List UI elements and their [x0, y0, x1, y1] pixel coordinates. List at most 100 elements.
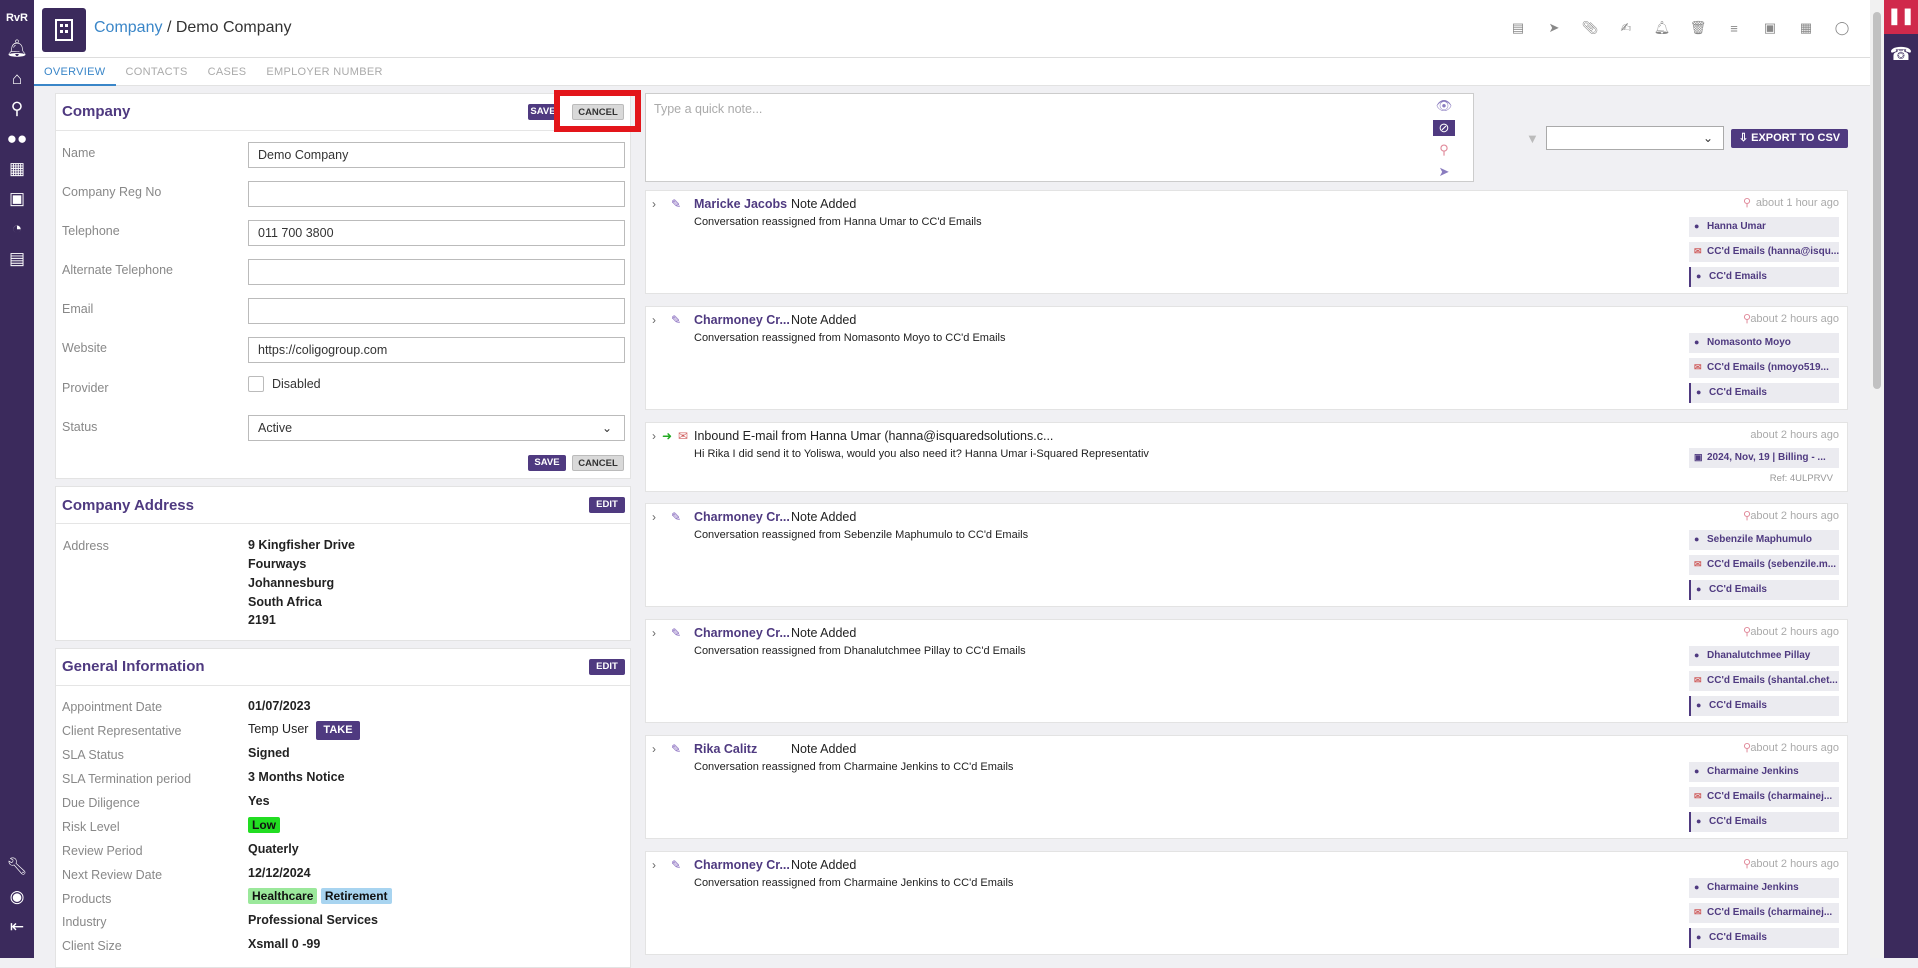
assignee-chip[interactable]: ● Charmaine Jenkins [1689, 762, 1839, 782]
expand-chevron-icon[interactable]: › [652, 429, 656, 443]
assignee-chip[interactable]: ● Sebenzile Maphumulo [1689, 530, 1839, 550]
assignee-chip[interactable]: ● CC'd Emails [1689, 580, 1839, 600]
expand-chevron-icon[interactable]: › [652, 313, 656, 327]
feed-item[interactable]: › ✎ Charmoney Cr... Note Added Conversat… [645, 306, 1848, 410]
send-icon[interactable]: ➤ [1542, 16, 1566, 40]
filter-select[interactable]: ⌄ [1546, 126, 1724, 150]
cancel-button-bottom[interactable]: CANCEL [572, 455, 624, 471]
assignee-chip[interactable]: ● CC'd Emails [1689, 383, 1839, 403]
export-csv-button[interactable]: ⇩ EXPORT TO CSV [1731, 129, 1848, 148]
chart-icon[interactable]: ◔ [0, 214, 34, 244]
tab-cases[interactable]: CASES [198, 58, 257, 86]
assignee-chip[interactable]: ● Hanna Umar [1689, 217, 1839, 237]
pin-icon[interactable]: ⚲ [1435, 142, 1453, 158]
company-icon [42, 8, 86, 52]
assignee-chip[interactable]: ● CC'd Emails [1689, 696, 1839, 716]
card-icon[interactable]: ▤ [0, 244, 34, 274]
breadcrumb-company-link[interactable]: Company [94, 19, 162, 36]
calculator-icon[interactable]: ▦ [1794, 16, 1818, 40]
provider-checkbox[interactable] [248, 376, 264, 392]
email-chip[interactable]: ✉ CC'd Emails (hanna@isqu... [1689, 242, 1839, 262]
website-field[interactable]: https://coligogroup.com [248, 337, 625, 363]
feed-item[interactable]: › ✎ Charmoney Cr... Note Added Conversat… [645, 619, 1848, 723]
feed-author[interactable]: Maricke Jacobs [694, 197, 787, 211]
chevron-down-icon: ⌄ [601, 421, 612, 435]
general-edit-button[interactable]: EDIT [589, 659, 625, 675]
lifebuoy-icon[interactable]: ◉ [0, 882, 34, 912]
info-label: Review Period [62, 844, 143, 858]
assignee-chip[interactable]: ● Dhanalutchmee Pillay [1689, 646, 1839, 666]
pause-icon[interactable]: ❚❚ [1884, 0, 1918, 34]
wrench-icon[interactable]: 🔧︎ [0, 852, 34, 882]
bell-icon[interactable]: 🔔︎ [0, 34, 34, 64]
alt-telephone-field[interactable] [248, 259, 625, 285]
building-icon[interactable]: ▦ [0, 154, 34, 184]
eye-slash-icon[interactable]: ⊘ [1433, 120, 1455, 136]
search-icon[interactable]: ⚲ [0, 94, 34, 124]
assignee-chip[interactable]: ● Nomasonto Moyo [1689, 333, 1839, 353]
assignee-chip[interactable]: ● CC'd Emails [1689, 812, 1839, 832]
sliders-icon[interactable]: ≡ [1722, 16, 1746, 40]
company-reg-field[interactable] [248, 181, 625, 207]
email-chip[interactable]: ✉ CC'd Emails (shantal.chet... [1689, 671, 1839, 691]
expand-chevron-icon[interactable]: › [652, 510, 656, 524]
user-icon[interactable]: ◯ [1830, 16, 1854, 40]
tab-contacts[interactable]: CONTACTS [116, 58, 198, 86]
expand-chevron-icon[interactable]: › [652, 858, 656, 872]
chip-label: CC'd Emails (shantal.chet... [1707, 675, 1838, 686]
trash-icon[interactable]: 🗑︎ [1686, 16, 1710, 40]
feed-author[interactable]: Rika Calitz [694, 742, 757, 756]
users-icon[interactable]: ●● [0, 124, 34, 154]
expand-chevron-icon[interactable]: › [652, 197, 656, 211]
feed-item[interactable]: › ✎ Charmoney Cr... Note Added Conversat… [645, 851, 1848, 955]
send-icon[interactable]: ➤ [1435, 164, 1453, 180]
email-subject[interactable]: Inbound E-mail from Hanna Umar (hanna@is… [694, 429, 1053, 443]
page-header: Company / Demo Company ▤ ➤ 📎︎ ✍︎ 🔔︎ 🗑︎ ≡… [34, 0, 1870, 58]
email-chip[interactable]: ✉ CC'd Emails (sebenzile.m... [1689, 555, 1839, 575]
email-chip[interactable]: ✉ CC'd Emails (charmainej... [1689, 903, 1839, 923]
tab-overview[interactable]: OVERVIEW [34, 58, 116, 86]
feed-item-email[interactable]: › ➜ ✉ Inbound E-mail from Hanna Umar (ha… [645, 422, 1848, 492]
case-chip[interactable]: ▣ 2024, Nov, 19 | Billing - ... [1689, 448, 1839, 468]
chip-label: CC'd Emails [1709, 387, 1767, 398]
email-field[interactable] [248, 298, 625, 324]
assignee-chip[interactable]: ● CC'd Emails [1689, 267, 1839, 287]
expand-chevron-icon[interactable]: › [652, 742, 656, 756]
home-icon[interactable]: ⌂ [0, 64, 34, 94]
telephone-label: Telephone [62, 224, 120, 238]
expand-chevron-icon[interactable]: › [652, 626, 656, 640]
assignee-chip[interactable]: ● Charmaine Jenkins [1689, 878, 1839, 898]
address-edit-button[interactable]: EDIT [589, 497, 625, 513]
save-button-bottom[interactable]: SAVE [528, 455, 566, 471]
feed-author[interactable]: Charmoney Cr... [694, 510, 790, 524]
feed-item[interactable]: › ✎ Maricke Jacobs Note Added Conversati… [645, 190, 1848, 294]
feed-author[interactable]: Charmoney Cr... [694, 313, 790, 327]
briefcase-icon[interactable]: ▣ [1758, 16, 1782, 40]
email-chip[interactable]: ✉ CC'd Emails (charmainej... [1689, 787, 1839, 807]
phone-icon[interactable]: ☎ [1884, 44, 1918, 65]
tab-employer-number[interactable]: EMPLOYER NUMBER [256, 58, 392, 86]
name-field[interactable]: Demo Company [248, 142, 625, 168]
paperclip-icon[interactable]: 📎︎ [1578, 16, 1602, 40]
quick-note-input[interactable]: Type a quick note... 👁︎ ⊘ ⚲ ➤ [645, 93, 1474, 182]
feed-author[interactable]: Charmoney Cr... [694, 626, 790, 640]
telephone-field[interactable]: 011 700 3800 [248, 220, 625, 246]
status-select[interactable]: Active ⌄ [248, 415, 625, 441]
pin-icon[interactable]: ⚲ [1743, 196, 1751, 209]
email-chip[interactable]: ✉ CC'd Emails (nmoyo519... [1689, 358, 1839, 378]
feed-item[interactable]: › ✎ Charmoney Cr... Note Added Conversat… [645, 503, 1848, 607]
assignee-chip[interactable]: ● CC'd Emails [1689, 928, 1839, 948]
logout-icon[interactable]: ⇤ [0, 912, 34, 942]
eye-icon[interactable]: 👁︎ [1435, 98, 1453, 114]
document-icon[interactable]: ▤ [1506, 16, 1530, 40]
page-scrollbar[interactable] [1870, 0, 1884, 958]
feed-item[interactable]: › ✎ Rika Calitz Note Added Conversation … [645, 735, 1848, 839]
info-label: Appointment Date [62, 700, 163, 714]
feed-author[interactable]: Charmoney Cr... [694, 858, 790, 872]
briefcase-icon[interactable]: ▣ [0, 184, 34, 214]
comment-icon[interactable]: ✍︎ [1614, 16, 1638, 40]
bell-icon[interactable]: 🔔︎ [1650, 16, 1674, 40]
take-button[interactable]: TAKE [316, 721, 360, 740]
scrollbar-thumb[interactable] [1873, 12, 1881, 389]
chip-label: CC'd Emails (hanna@isqu... [1707, 246, 1839, 257]
